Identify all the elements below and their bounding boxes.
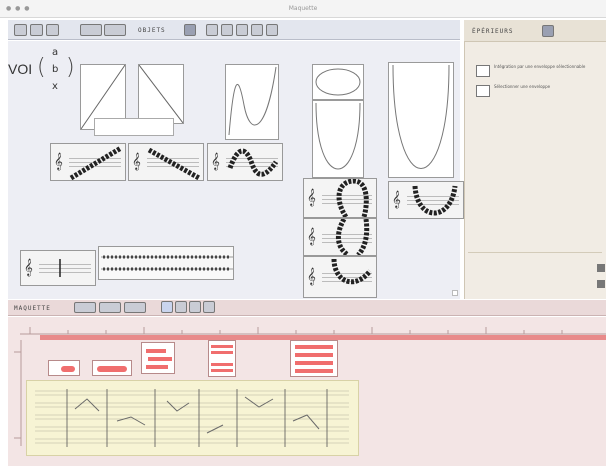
object-curve-peak[interactable]	[225, 64, 279, 140]
tool-icon-3[interactable]	[236, 24, 248, 36]
note-cluster-icon	[69, 146, 123, 180]
staff-object-u-notes[interactable]: 𝄞	[388, 181, 464, 219]
tool-icon-1[interactable]	[206, 24, 218, 36]
object-curve-u-small[interactable]	[312, 100, 364, 178]
side-panel-header: ÉPÉRIEURS	[464, 20, 606, 42]
note-icon	[59, 259, 61, 277]
side-panel-menu-icon[interactable]	[542, 25, 554, 37]
side-panel-title: ÉPÉRIEURS	[472, 28, 514, 35]
objects-section-label: OBJETS	[138, 27, 166, 34]
select-tool-icon[interactable]	[161, 301, 173, 313]
matrix-entry-b: b	[52, 64, 59, 75]
voir-matrix-object[interactable]: VOI ( a b x )	[8, 44, 78, 98]
score-image[interactable]	[26, 380, 359, 456]
staff-object-oval-top[interactable]: 𝄞	[303, 178, 377, 218]
object-ellipse[interactable]	[312, 64, 364, 100]
treble-clef-icon: 𝄞	[24, 257, 33, 276]
scroll-up-icon[interactable]	[597, 264, 605, 272]
voir-label: VOI	[8, 61, 33, 77]
side-panel-item-2[interactable]: Sélectionner une enveloppe	[476, 84, 596, 100]
treble-clef-icon: 𝄞	[132, 151, 141, 170]
object-base-block[interactable]	[94, 118, 174, 136]
tool-icon-4[interactable]	[251, 24, 263, 36]
maquette-toolbar: MAQUETTE	[8, 300, 606, 316]
scroll-down-icon[interactable]	[597, 280, 605, 288]
maquette-button-1[interactable]	[74, 302, 96, 313]
maquette-button-2[interactable]	[99, 302, 121, 313]
matrix-entry-x: x	[52, 81, 58, 92]
pen-tool-icon[interactable]	[203, 301, 215, 313]
staff-object-sequence[interactable]	[98, 246, 234, 280]
maquette-box[interactable]	[290, 340, 338, 377]
tool-icon-5[interactable]	[266, 24, 278, 36]
right-paren-icon: )	[66, 55, 75, 80]
object-triangle-down[interactable]	[138, 64, 184, 124]
treble-clef-icon: 𝄞	[211, 151, 220, 170]
matrix-entry-a: a	[52, 47, 59, 58]
side-panel-lower-area	[468, 252, 602, 298]
treble-clef-icon: 𝄞	[307, 266, 316, 285]
objects-menu-icon[interactable]	[184, 24, 196, 36]
note-cluster-icon	[336, 219, 370, 255]
treble-clef-icon: 𝄞	[392, 189, 401, 208]
staff-object-oval-bottom[interactable]: 𝄞	[303, 256, 377, 298]
maquette-box[interactable]	[92, 360, 132, 376]
vertical-ruler	[14, 340, 22, 446]
score-staves-icon	[35, 389, 349, 447]
ellipse-icon	[315, 68, 361, 96]
object-curve-u-large[interactable]	[388, 62, 454, 178]
note-cluster-icon	[331, 258, 372, 285]
window-title: Maquette	[288, 5, 318, 12]
edit-button-1[interactable]	[80, 24, 102, 36]
note-cluster-icon	[147, 147, 201, 180]
staff-object-ascending[interactable]: 𝄞	[50, 143, 126, 181]
maquette-section-label: MAQUETTE	[14, 305, 51, 312]
diagonal-line-icon	[139, 65, 183, 123]
window-titlebar: ● ● ● Maquette	[0, 0, 606, 18]
maquette-button-3[interactable]	[124, 302, 146, 313]
zoom-tool-icon[interactable]	[175, 301, 187, 313]
hand-tool-icon[interactable]	[189, 301, 201, 313]
view-button-3[interactable]	[46, 24, 59, 36]
edit-button-2[interactable]	[104, 24, 126, 36]
note-cluster-icon	[336, 179, 369, 217]
curve-icon	[392, 64, 450, 169]
view-button-2[interactable]	[30, 24, 43, 36]
tool-icon-2[interactable]	[221, 24, 233, 36]
note-cluster-icon	[412, 185, 458, 216]
staff-object-descending[interactable]: 𝄞	[128, 143, 204, 181]
objects-toolbar: OBJETS	[8, 20, 460, 40]
note-sequence-icon	[101, 255, 233, 271]
resize-handle-icon[interactable]	[452, 290, 458, 296]
curve-icon	[228, 66, 277, 136]
maquette-box[interactable]	[208, 340, 236, 377]
note-cluster-icon	[227, 148, 279, 177]
side-panel-item-1[interactable]: Intégration par une enveloppe sélectionn…	[476, 64, 596, 80]
staff-object-wave[interactable]: 𝄞	[207, 143, 283, 181]
staff-object-oval-middle[interactable]: 𝄞	[303, 218, 377, 256]
side-panel-item-label: Sélectionner une enveloppe	[494, 84, 551, 89]
maquette-box[interactable]	[48, 360, 80, 376]
curve-icon	[315, 102, 361, 170]
staff-object-single-note[interactable]: 𝄞	[20, 250, 96, 286]
time-ruler[interactable]	[20, 321, 606, 335]
treble-clef-icon: 𝄞	[307, 226, 316, 245]
side-panel-item-label: Intégration par une enveloppe sélectionn…	[494, 64, 586, 69]
envelope-function-icon	[476, 65, 490, 77]
view-button-1[interactable]	[14, 24, 27, 36]
maquette-box[interactable]	[141, 342, 175, 374]
left-paren-icon: (	[37, 55, 46, 80]
treble-clef-icon: 𝄞	[54, 151, 63, 170]
treble-clef-icon: 𝄞	[307, 187, 316, 206]
envelope-function-icon	[476, 85, 490, 97]
